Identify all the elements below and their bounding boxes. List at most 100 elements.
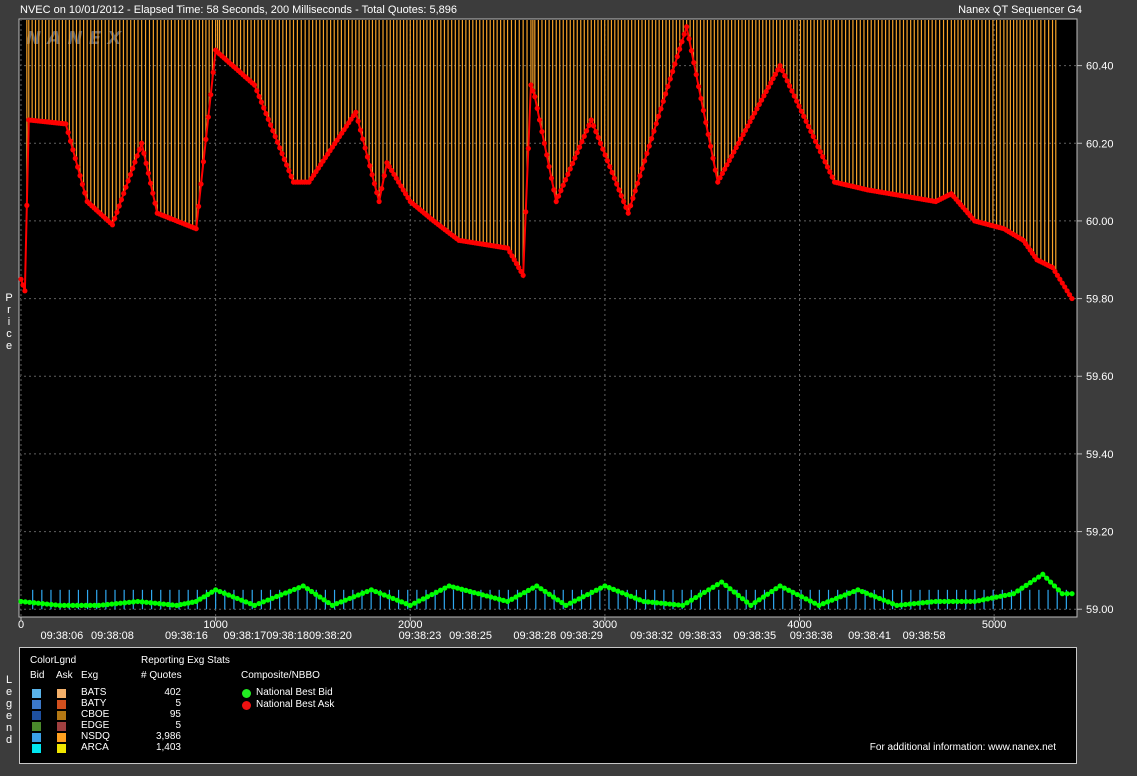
data-point (75, 164, 81, 170)
data-point (132, 159, 138, 165)
data-point (109, 222, 116, 228)
data-point (274, 139, 281, 145)
data-point (203, 136, 209, 142)
data-point (123, 184, 129, 190)
data-point (680, 602, 686, 608)
data-point (609, 169, 615, 175)
x-time-label: 09:38:16 (165, 630, 208, 640)
data-point (569, 160, 576, 167)
side-title-letter: i (7, 316, 11, 328)
data-point (1069, 591, 1075, 597)
y-tick-label: 60.20 (1086, 138, 1114, 150)
data-point (63, 121, 69, 127)
data-point (660, 98, 666, 104)
data-point (258, 99, 265, 105)
data-point (1040, 571, 1046, 577)
data-point (684, 24, 690, 30)
footer-link[interactable]: For additional information: www.nanex.ne… (870, 742, 1056, 753)
data-point (656, 113, 662, 119)
data-point (296, 585, 302, 591)
data-point (779, 68, 786, 74)
data-point (362, 145, 368, 151)
data-point (277, 145, 283, 151)
y-tick-label: 59.40 (1086, 449, 1114, 461)
data-point (810, 133, 816, 140)
data-point (815, 144, 821, 150)
price-chart: N A N E X 60.40 60.20 60.00 59.80 59.60 59.40 5… (18, 18, 1114, 640)
data-point (536, 117, 543, 123)
data-point (281, 156, 287, 162)
nbbo-marker (242, 701, 251, 710)
data-point (367, 163, 373, 169)
data-point (374, 189, 380, 196)
bid-swatch (32, 722, 41, 731)
data-point (731, 589, 737, 595)
x-time-label: 09:38:23 (399, 630, 442, 640)
data-point (794, 98, 800, 104)
data-point (534, 105, 540, 111)
x-seq-label: 0 (18, 619, 24, 631)
side-title-letter: P (5, 292, 13, 304)
data-point (548, 175, 555, 181)
data-point (279, 150, 285, 157)
nbbo-label: National Best Ask (256, 699, 335, 710)
exchange-name: NSDQ (81, 731, 110, 742)
data-point (604, 158, 611, 164)
data-point (567, 166, 573, 172)
bid-swatch (32, 700, 41, 709)
side-title-letter: e (5, 686, 13, 698)
nbbo-marker (242, 689, 251, 698)
data-point (972, 598, 978, 605)
data-point (674, 53, 680, 60)
data-point (270, 128, 276, 134)
x-seq-label: 5000 (982, 619, 1006, 631)
data-point (817, 149, 823, 155)
data-point (623, 204, 629, 210)
data-point (278, 592, 284, 598)
data-point (998, 593, 1004, 599)
color-legend-title: ColorLgnd (30, 655, 77, 666)
data-point (789, 88, 795, 94)
data-point (82, 190, 88, 196)
data-point (712, 167, 718, 173)
data-point (989, 595, 995, 601)
data-point (607, 163, 613, 170)
data-point (590, 123, 597, 129)
data-point (22, 288, 28, 294)
data-point (586, 122, 592, 128)
data-point (77, 173, 83, 179)
legend-side-title: Legend (3, 674, 15, 746)
data-point (263, 110, 269, 117)
bid-swatch (32, 689, 41, 698)
data-point (670, 68, 676, 75)
exchange-quotes: 5 (175, 720, 181, 731)
watermark: N A N E X (26, 28, 122, 49)
data-point (602, 152, 608, 158)
x-time-label: 09:38:33 (679, 630, 722, 640)
ask-swatch (57, 689, 66, 698)
data-point (195, 203, 202, 209)
exchange-quotes: 3,986 (155, 731, 181, 742)
y-axis-title: Price (3, 292, 15, 352)
data-point (530, 88, 536, 94)
y-tick-label: 59.00 (1086, 604, 1114, 616)
data-point (376, 198, 382, 205)
data-point (562, 177, 569, 183)
exchange-quotes: 402 (164, 687, 181, 698)
data-point (686, 36, 692, 42)
data-point (287, 588, 293, 594)
data-point (581, 133, 587, 139)
data-point (541, 140, 547, 146)
data-point (677, 46, 683, 52)
data-point (653, 121, 659, 127)
data-point (72, 155, 78, 161)
data-point (698, 95, 704, 102)
data-point (150, 190, 156, 196)
data-point (282, 590, 289, 596)
data-point (658, 106, 664, 112)
side-title-letter: c (6, 328, 12, 340)
ask-swatch (57, 744, 66, 753)
exchange-quotes: 95 (169, 709, 181, 720)
data-point (705, 131, 711, 137)
x-time-label: 09:38:29 (560, 630, 603, 640)
